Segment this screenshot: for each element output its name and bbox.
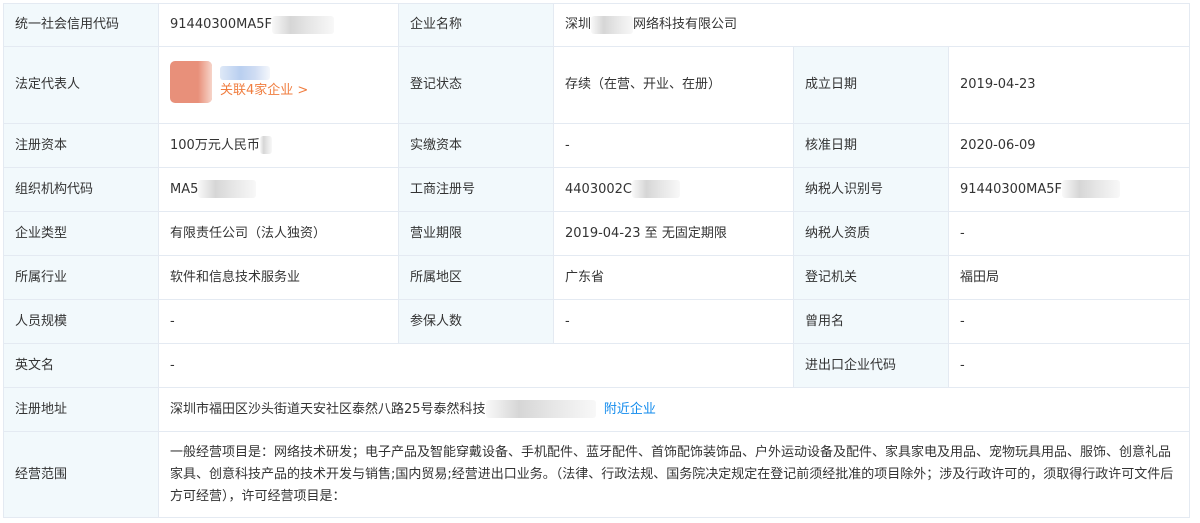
paid-capital-value: - xyxy=(553,123,794,168)
redacted-mask xyxy=(485,400,596,418)
english-name-value: - xyxy=(158,343,794,388)
english-name-label: 英文名 xyxy=(3,343,159,388)
former-name-label: 曾用名 xyxy=(793,299,949,344)
import-export-value: - xyxy=(947,343,1191,388)
table-row: 注册资本 100万元人民币 实缴资本 - 核准日期 2020-06-09 xyxy=(3,123,1191,168)
legal-rep-value: 关联4家企业 > xyxy=(158,46,399,124)
biz-reg-no-value: 4403002C xyxy=(553,167,794,212)
taxpayer-id-label: 纳税人识别号 xyxy=(793,167,949,212)
redacted-mask xyxy=(198,180,257,198)
company-type-label: 企业类型 xyxy=(3,211,159,256)
scope-value: 一般经营项目是：网络技术研发；电子产品及智能穿戴设备、手机配件、蓝牙配件、首饰配… xyxy=(157,431,1191,518)
biz-term-label: 营业期限 xyxy=(398,211,554,256)
table-row: 组织机构代码 MA5 工商注册号 4403002C 纳税人识别号 9144030… xyxy=(3,167,1191,212)
founded-value: 2019-04-23 xyxy=(947,46,1191,124)
table-row: 英文名 - 进出口企业代码 - xyxy=(3,343,1191,388)
nearby-companies-link[interactable]: 附近企业 xyxy=(604,402,656,417)
company-name-label: 企业名称 xyxy=(398,3,554,47)
avatar[interactable] xyxy=(170,60,212,103)
reg-status-value: 存续（在营、开业、在册） xyxy=(553,46,794,124)
redacted-mask xyxy=(1062,180,1121,198)
taxpayer-id-value: 91440300MA5F xyxy=(947,167,1191,212)
table-row: 统一社会信用代码 91440300MA5F 企业名称 深圳 网络科技有限公司 xyxy=(3,3,1191,47)
taxpayer-qual-value: - xyxy=(947,211,1191,256)
scope-label: 经营范围 xyxy=(3,431,159,518)
redacted-mask xyxy=(272,15,335,34)
redacted-mask xyxy=(631,180,680,198)
table-row: 注册地址 深圳市福田区沙头街道天安社区泰然八路25号泰然科技 附近企业 xyxy=(3,387,1191,432)
legal-rep-name[interactable] xyxy=(220,64,308,82)
region-label: 所属地区 xyxy=(398,255,554,300)
approval-date-label: 核准日期 xyxy=(793,123,949,168)
biz-reg-no-label: 工商注册号 xyxy=(398,167,554,212)
company-info-panel: 统一社会信用代码 91440300MA5F 企业名称 深圳 网络科技有限公司 法定… xyxy=(3,3,1191,518)
industry-label: 所属行业 xyxy=(3,255,159,300)
taxpayer-qual-label: 纳税人资质 xyxy=(793,211,949,256)
reg-authority-value: 福田局 xyxy=(947,255,1191,300)
company-type-value: 有限责任公司（法人独资） xyxy=(158,211,399,256)
reg-capital-label: 注册资本 xyxy=(3,123,159,168)
reg-capital-value: 100万元人民币 xyxy=(158,123,399,168)
region-value: 广东省 xyxy=(553,255,794,300)
approval-date-value: 2020-06-09 xyxy=(947,123,1191,168)
table-row: 所属行业 软件和信息技术服务业 所属地区 广东省 登记机关 福田局 xyxy=(3,255,1191,300)
insured-value: - xyxy=(553,299,794,344)
redacted-mask xyxy=(259,136,272,154)
biz-term-value: 2019-04-23 至 无固定期限 xyxy=(553,211,794,256)
legal-rep-label: 法定代表人 xyxy=(3,46,159,124)
paid-capital-label: 实缴资本 xyxy=(398,123,554,168)
table-row: 经营范围 一般经营项目是：网络技术研发；电子产品及智能穿戴设备、手机配件、蓝牙配… xyxy=(3,431,1191,518)
org-code-label: 组织机构代码 xyxy=(3,167,159,212)
company-name-value: 深圳 网络科技有限公司 xyxy=(552,3,1191,47)
address-value: 深圳市福田区沙头街道天安社区泰然八路25号泰然科技 附近企业 xyxy=(157,387,1191,432)
redacted-mask xyxy=(591,15,634,34)
insured-label: 参保人数 xyxy=(398,299,554,344)
industry-value: 软件和信息技术服务业 xyxy=(158,255,399,300)
reg-authority-label: 登记机关 xyxy=(793,255,949,300)
table-row: 人员规模 - 参保人数 - 曾用名 - xyxy=(3,299,1191,344)
founded-label: 成立日期 xyxy=(793,46,949,124)
credit-code-label: 统一社会信用代码 xyxy=(3,3,159,47)
org-code-value: MA5 xyxy=(158,167,399,212)
address-label: 注册地址 xyxy=(3,387,159,432)
import-export-label: 进出口企业代码 xyxy=(793,343,949,388)
staff-size-label: 人员规模 xyxy=(3,299,159,344)
table-row: 法定代表人 关联4家企业 > 登记状态 存续（在营、开业、在册） 成立日期 20… xyxy=(3,46,1191,124)
related-companies-link[interactable]: 关联4家企业 > xyxy=(220,82,308,100)
table-row: 企业类型 有限责任公司（法人独资） 营业期限 2019-04-23 至 无固定期… xyxy=(3,211,1191,256)
reg-status-label: 登记状态 xyxy=(398,46,554,124)
company-info-table: 统一社会信用代码 91440300MA5F 企业名称 深圳 网络科技有限公司 法定… xyxy=(3,3,1191,518)
credit-code-value: 91440300MA5F xyxy=(158,3,399,47)
staff-size-value: - xyxy=(158,299,399,344)
former-name-value: - xyxy=(947,299,1191,344)
redacted-mask xyxy=(220,66,270,80)
